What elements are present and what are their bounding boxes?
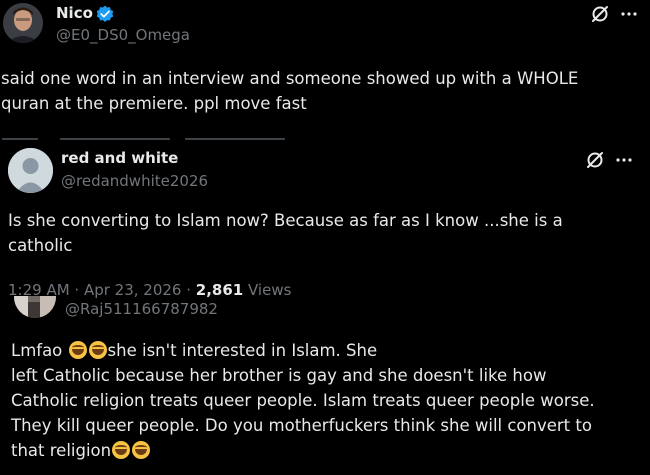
rolling-on-floor-laughing-emoji [68, 341, 87, 359]
verified-badge-icon [96, 5, 114, 23]
rolling-on-floor-laughing-emoji [88, 341, 107, 359]
rolling-on-floor-laughing-emoji [112, 441, 131, 459]
post-red-and-white: red and white @redandwhite2026 Is she co… [0, 140, 650, 308]
avatar[interactable] [8, 148, 53, 193]
post-text-line-5: that religion [11, 438, 641, 463]
post-raj: @Raj511166787982 Lmfao she isn't interes… [0, 296, 650, 475]
post-text-line-4: They kill queer people. Do you motherfuc… [11, 416, 592, 435]
author-name[interactable]: red and white [61, 149, 178, 167]
more-icon[interactable] [617, 2, 641, 26]
author-name[interactable]: Nico [56, 4, 93, 22]
avatar[interactable] [14, 296, 56, 318]
post-text-line-3: Catholic religion treats queer people. I… [11, 391, 595, 410]
post-text-line-2: left Catholic because her brother is gay… [11, 366, 547, 385]
author-handle[interactable]: @Raj511166787982 [65, 300, 218, 318]
post-text: Lmfao she isn't interested in Islam. She… [11, 338, 641, 463]
post-text-line-1: Lmfao she isn't interested in Islam. She [11, 341, 378, 360]
avatar[interactable] [3, 3, 43, 43]
rolling-on-floor-laughing-emoji [132, 441, 151, 459]
author-handle[interactable]: @E0_DS0_Omega [56, 26, 190, 44]
post-text: Is she converting to Islam now? Because … [8, 211, 563, 255]
grok-icon[interactable] [583, 148, 607, 172]
grok-icon[interactable] [588, 2, 612, 26]
post-nico: Nico @E0_DS0_Omega said one word in an i… [0, 0, 650, 145]
author-handle[interactable]: @redandwhite2026 [61, 172, 208, 190]
post-text: said one word in an interview and someon… [1, 69, 579, 113]
more-icon[interactable] [612, 148, 636, 172]
